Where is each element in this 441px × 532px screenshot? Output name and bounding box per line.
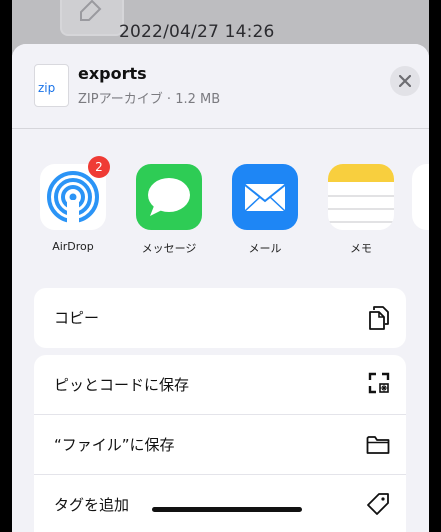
- app-messages[interactable]: メッセージ: [124, 164, 214, 256]
- app-label: メッセージ: [141, 242, 197, 255]
- notification-badge: 2: [88, 156, 110, 178]
- app-mail[interactable]: メール: [220, 164, 310, 256]
- share-header: zip exports ZIPアーカイブ · 1.2 MB: [12, 44, 429, 128]
- edit-icon: [80, 0, 102, 21]
- scan-icon: [368, 372, 390, 398]
- action-label: “ファイル”に保存: [54, 436, 175, 454]
- notes-icon: [328, 164, 394, 230]
- app-label: AirDrop: [52, 240, 94, 253]
- close-icon: [399, 75, 411, 87]
- app-label: メール: [248, 242, 282, 255]
- partial-app-icon: [412, 164, 429, 230]
- messages-icon: [136, 164, 202, 230]
- close-button[interactable]: [390, 66, 420, 96]
- action-group-copy: コピー: [34, 288, 406, 348]
- app-airdrop[interactable]: 2 AirDrop: [28, 156, 118, 253]
- background-list-row: 2022/04/27 14:26: [12, 0, 429, 50]
- home-indicator: [152, 507, 302, 512]
- share-sheet: zip exports ZIPアーカイブ · 1.2 MB 2 AirDrop …: [12, 44, 429, 532]
- file-type-label: zip: [38, 81, 56, 95]
- action-save-files[interactable]: “ファイル”に保存: [34, 415, 406, 475]
- folder-icon: [366, 435, 390, 459]
- action-group-save: ピッとコードに保存 “ファイル”に保存 タグを追加: [34, 355, 406, 532]
- app-label: ヘ: [412, 240, 429, 256]
- tag-icon: [366, 492, 390, 520]
- airdrop-icon: 2: [40, 156, 110, 230]
- app-notes[interactable]: メモ: [316, 164, 406, 256]
- mail-icon: [232, 164, 298, 230]
- screen: 2022/04/27 14:26 zip exports ZIPアーカイブ · …: [12, 0, 429, 532]
- action-save-pitto[interactable]: ピッとコードに保存: [34, 355, 406, 415]
- app-partial[interactable]: ヘ: [412, 164, 429, 256]
- app-row: 2 AirDrop メッセージ メール メモ: [12, 129, 429, 263]
- action-label: タグを追加: [54, 496, 130, 514]
- file-meta: ZIPアーカイブ · 1.2 MB: [78, 92, 221, 107]
- action-label: ピッとコードに保存: [54, 376, 190, 394]
- action-copy[interactable]: コピー: [34, 288, 406, 348]
- timestamp: 2022/04/27 14:26: [119, 22, 275, 42]
- file-name: exports: [78, 64, 147, 83]
- app-label: メモ: [350, 242, 372, 255]
- action-add-tag[interactable]: タグを追加: [34, 475, 406, 532]
- thumbnail: [60, 0, 124, 36]
- copy-icon: [368, 305, 390, 335]
- zip-file-icon: zip: [34, 64, 69, 107]
- action-label: コピー: [54, 309, 100, 327]
